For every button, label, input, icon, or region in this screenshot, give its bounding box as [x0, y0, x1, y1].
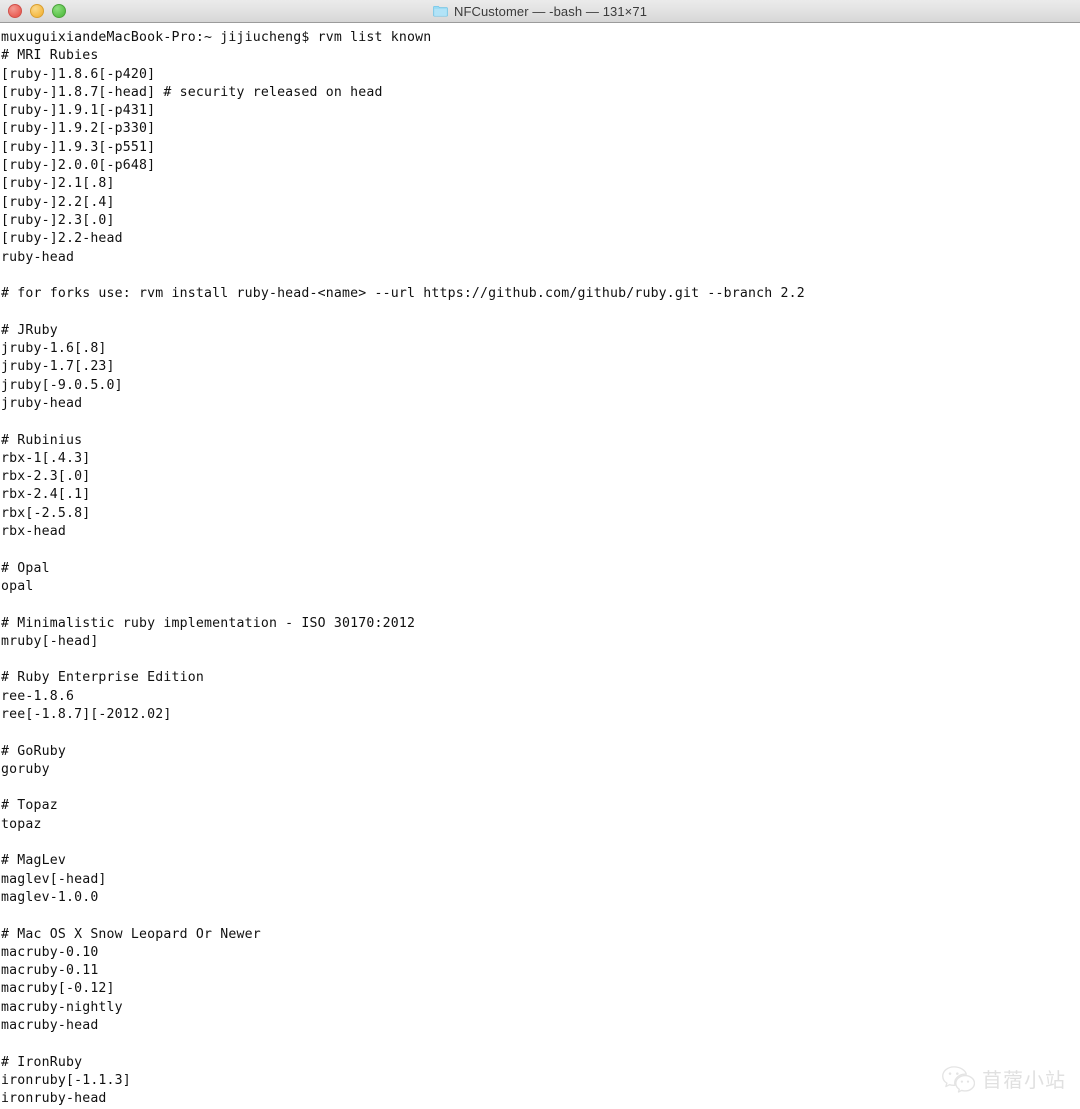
- terminal-line: macruby[-0.12]: [1, 981, 115, 997]
- terminal-line: [ruby-]1.8.6[-p420]: [1, 66, 156, 82]
- window-titlebar[interactable]: NFCustomer — -bash — 131×71: [0, 0, 1080, 23]
- terminal-line: macruby-head: [1, 1018, 99, 1034]
- window-title: NFCustomer — -bash — 131×71: [0, 4, 1080, 19]
- terminal-line: jruby-head: [1, 395, 83, 411]
- terminal-window: NFCustomer — -bash — 131×71 muxuguixiand…: [0, 0, 1080, 1109]
- terminal-line: [ruby-]2.2-head: [1, 231, 123, 247]
- terminal-line: ree[-1.8.7][-2012.02]: [1, 706, 172, 722]
- terminal-line: rbx-1[.4.3]: [1, 450, 91, 466]
- terminal-line: # Rubinius: [1, 432, 83, 448]
- terminal-line: ironruby[-1.1.3]: [1, 1072, 131, 1088]
- terminal-line: [ruby-]2.3[.0]: [1, 212, 115, 228]
- terminal-line: # Mac OS X Snow Leopard Or Newer: [1, 926, 261, 942]
- terminal-line: # Topaz: [1, 798, 58, 814]
- terminal-line: # MRI Rubies: [1, 48, 99, 64]
- terminal-line: ruby-head: [1, 249, 75, 265]
- terminal-line: rbx-head: [1, 524, 66, 540]
- terminal-line: ree-1.8.6: [1, 688, 75, 704]
- terminal-line: # JRuby: [1, 322, 58, 338]
- terminal-line: rbx-2.4[.1]: [1, 487, 91, 503]
- terminal-line: # for forks use: rvm install ruby-head-<…: [1, 286, 805, 302]
- minimize-button[interactable]: [30, 4, 44, 18]
- terminal-line: [ruby-]2.2[.4]: [1, 194, 115, 210]
- terminal-line: [ruby-]1.9.3[-p551]: [1, 139, 156, 155]
- terminal-line: [ruby-]1.9.2[-p330]: [1, 121, 156, 137]
- terminal-line: ironruby-head: [1, 1091, 107, 1107]
- terminal-line: mruby[-head]: [1, 633, 99, 649]
- terminal-line: [ruby-]1.9.1[-p431]: [1, 103, 156, 119]
- terminal-line: # Ruby Enterprise Edition: [1, 670, 204, 686]
- terminal-line: [ruby-]2.0.0[-p648]: [1, 158, 156, 174]
- terminal-line: rbx[-2.5.8]: [1, 505, 91, 521]
- terminal-line: macruby-0.11: [1, 963, 99, 979]
- terminal-line: # MagLev: [1, 853, 66, 869]
- close-button[interactable]: [8, 4, 22, 18]
- terminal-line: # Minimalistic ruby implementation - ISO…: [1, 615, 416, 631]
- terminal-line: # Opal: [1, 560, 50, 576]
- terminal-line: rbx-2.3[.0]: [1, 469, 91, 485]
- terminal-line: [ruby-]2.1[.8]: [1, 176, 115, 192]
- maximize-button[interactable]: [52, 4, 66, 18]
- window-controls: [8, 0, 66, 22]
- terminal-line: [ruby-]1.8.7[-head] # security released …: [1, 84, 383, 100]
- terminal-line: opal: [1, 578, 34, 594]
- folder-icon: [433, 5, 448, 17]
- terminal-line: maglev[-head]: [1, 871, 107, 887]
- terminal-line: jruby[-9.0.5.0]: [1, 377, 123, 393]
- terminal-line: jruby-1.6[.8]: [1, 341, 107, 357]
- terminal-line: maglev-1.0.0: [1, 889, 99, 905]
- terminal-output: muxuguixiandeMacBook-Pro:~ jijiucheng$ r…: [0, 29, 1080, 1109]
- terminal-line: macruby-nightly: [1, 999, 123, 1015]
- terminal-line: macruby-0.10: [1, 944, 99, 960]
- terminal-line: jruby-1.7[.23]: [1, 359, 115, 375]
- terminal-line: # GoRuby: [1, 743, 66, 759]
- terminal-body[interactable]: muxuguixiandeMacBook-Pro:~ jijiucheng$ r…: [0, 23, 1080, 1109]
- terminal-line: muxuguixiandeMacBook-Pro:~ jijiucheng$ r…: [1, 30, 432, 45]
- terminal-line: # IronRuby: [1, 1054, 83, 1070]
- window-title-text: NFCustomer — -bash — 131×71: [453, 3, 648, 19]
- terminal-line: topaz: [1, 816, 42, 832]
- terminal-line: goruby: [1, 761, 50, 777]
